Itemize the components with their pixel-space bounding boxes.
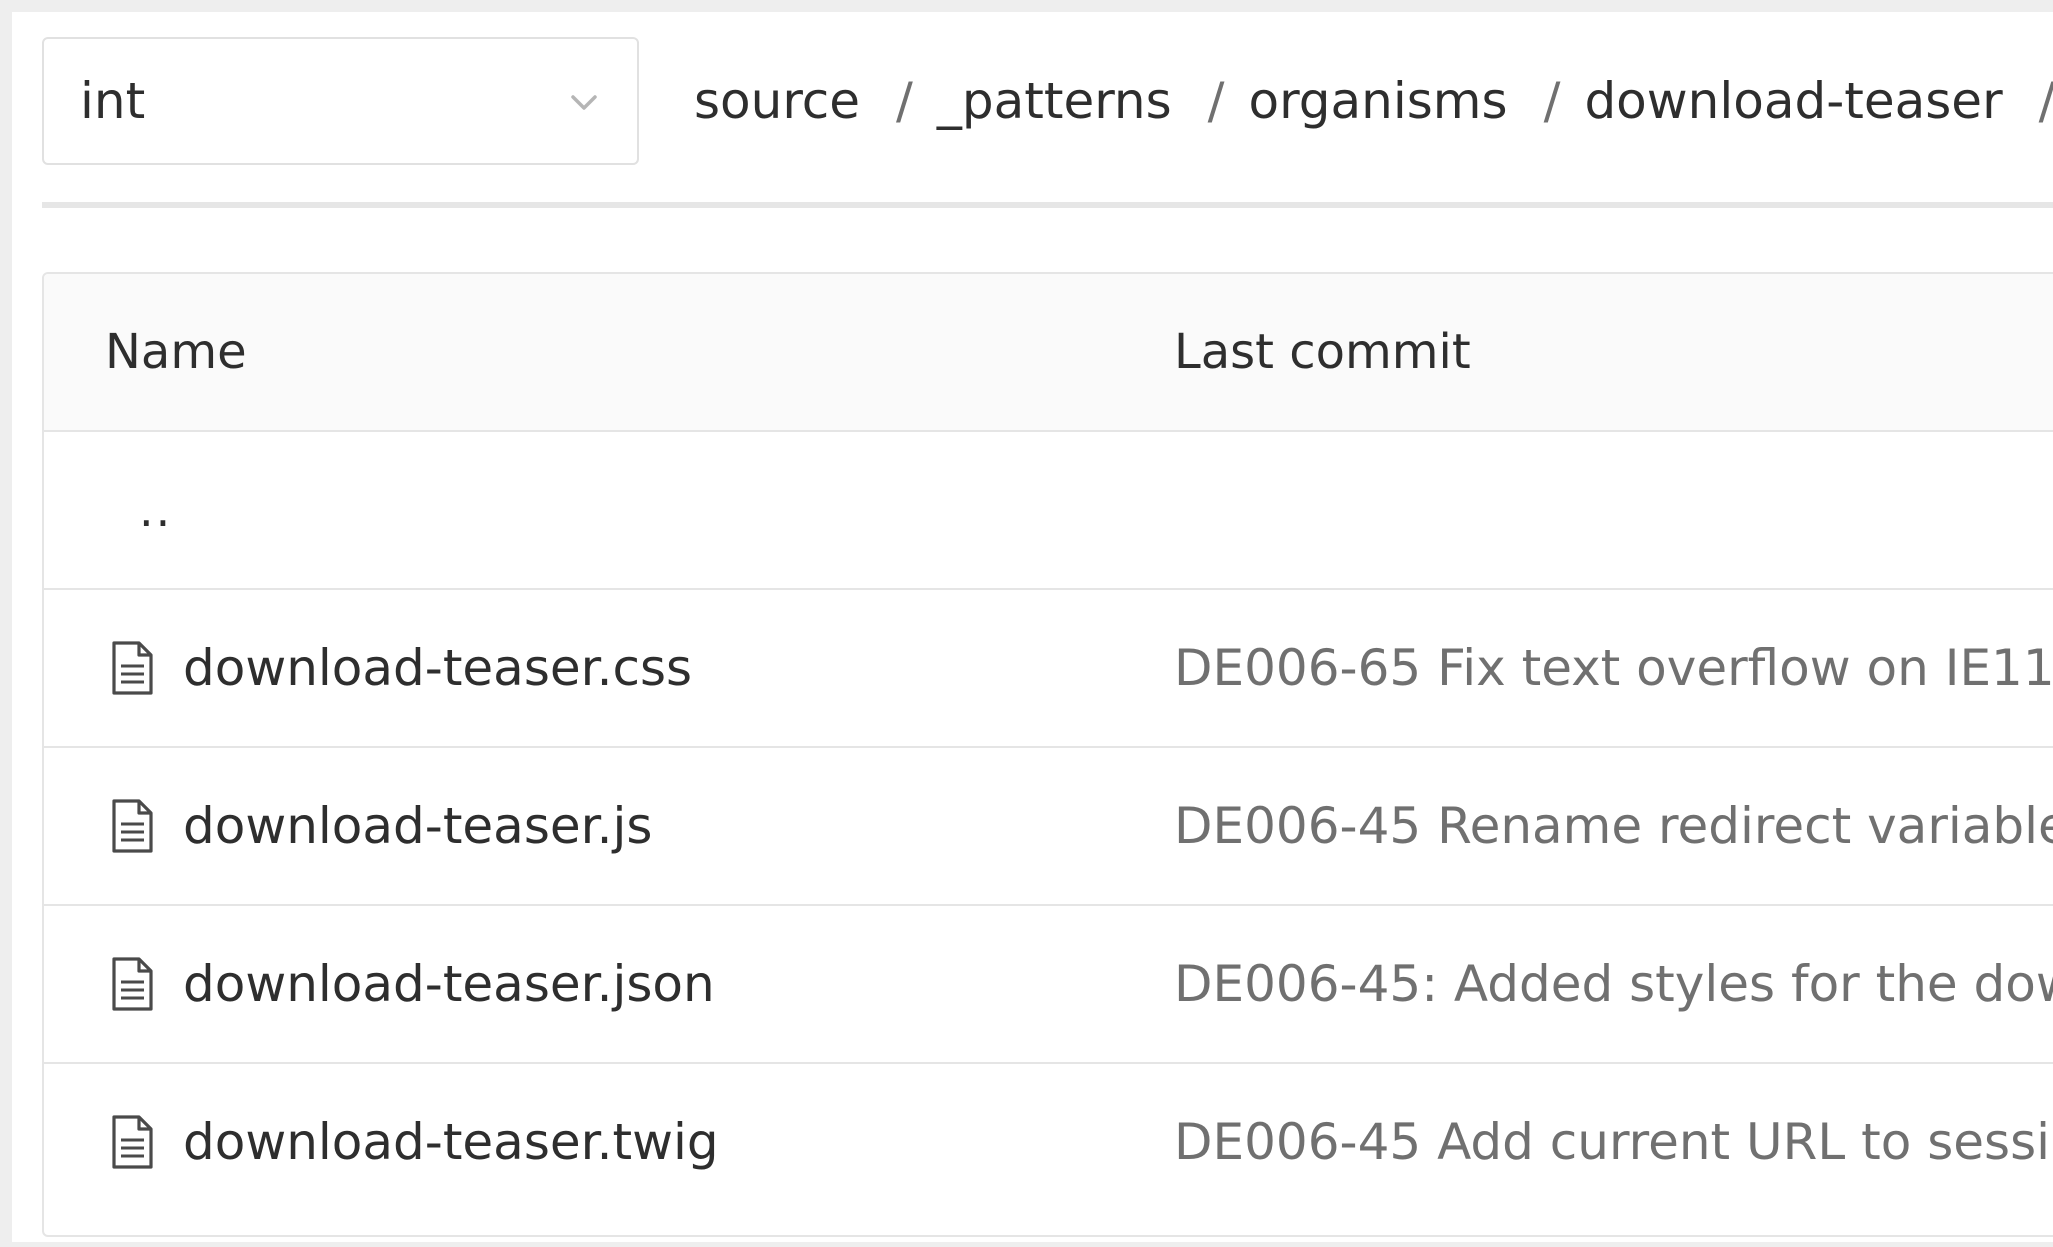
table-row[interactable]: download-teaser.js DE006-45 Rename redir… xyxy=(44,748,2053,906)
commit-message-cell: DE006-45: Added styles for the dow xyxy=(1174,906,2053,1062)
file-name-cell: download-teaser.css xyxy=(105,590,692,746)
commit-message-link[interactable]: DE006-45: Added styles for the dow xyxy=(1174,955,2053,1013)
file-icon xyxy=(112,641,153,695)
file-name-link[interactable]: download-teaser.css xyxy=(183,639,692,697)
commit-message-cell: DE006-65 Fix text overflow on IE11 xyxy=(1174,590,2053,746)
commit-message-link[interactable]: DE006-65 Fix text overflow on IE11 xyxy=(1174,639,2053,697)
branch-dropdown-value: int xyxy=(80,72,146,130)
breadcrumb-separator: / xyxy=(1543,72,1561,130)
file-name-cell: download-teaser.js xyxy=(105,748,652,904)
table-row[interactable]: download-teaser.json DE006-45: Added sty… xyxy=(44,906,2053,1064)
commit-message-cell: DE006-45 Rename redirect variable xyxy=(1174,748,2053,904)
file-name-link[interactable]: download-teaser.js xyxy=(183,797,652,855)
commit-message-link[interactable]: DE006-45 Rename redirect variable xyxy=(1174,797,2053,855)
breadcrumb-item-patterns[interactable]: _patterns xyxy=(937,72,1172,130)
file-tree-table: Name Last commit .. download-teaser.css xyxy=(42,272,2053,1237)
branch-dropdown[interactable]: int xyxy=(42,37,639,165)
file-icon xyxy=(112,1115,153,1169)
table-row[interactable]: download-teaser.css DE006-65 Fix text ov… xyxy=(44,590,2053,748)
repository-panel: int source / _patterns / organisms / dow… xyxy=(12,12,2053,1242)
breadcrumb: source / _patterns / organisms / downloa… xyxy=(694,37,2053,165)
parent-directory-link[interactable]: .. xyxy=(139,483,172,537)
file-name-cell: download-teaser.json xyxy=(105,906,715,1062)
breadcrumb-separator: / xyxy=(896,72,913,130)
file-icon xyxy=(112,799,153,853)
table-header-row: Name Last commit xyxy=(44,274,2053,432)
section-divider xyxy=(42,202,2053,208)
breadcrumb-item-organisms[interactable]: organisms xyxy=(1249,72,1508,130)
breadcrumb-item-download-teaser[interactable]: download-teaser xyxy=(1584,72,2002,130)
column-header-last-commit: Last commit xyxy=(1174,324,1471,380)
file-icon xyxy=(112,957,153,1011)
file-name-link[interactable]: download-teaser.twig xyxy=(183,1113,719,1171)
commit-message-cell: DE006-45 Add current URL to sessi xyxy=(1174,1064,2050,1220)
breadcrumb-separator: / xyxy=(2039,72,2053,130)
chevron-down-icon xyxy=(571,95,597,110)
breadcrumb-separator: / xyxy=(1207,72,1225,130)
commit-message-link[interactable]: DE006-45 Add current URL to sessi xyxy=(1174,1113,2050,1171)
parent-directory-cell: .. xyxy=(105,432,172,588)
table-row[interactable]: download-teaser.twig DE006-45 Add curren… xyxy=(44,1064,2053,1222)
breadcrumb-item-source[interactable]: source xyxy=(694,72,860,130)
column-header-name: Name xyxy=(105,324,247,380)
parent-directory-row[interactable]: .. xyxy=(44,432,2053,590)
file-name-cell: download-teaser.twig xyxy=(105,1064,719,1220)
file-name-link[interactable]: download-teaser.json xyxy=(183,955,715,1013)
